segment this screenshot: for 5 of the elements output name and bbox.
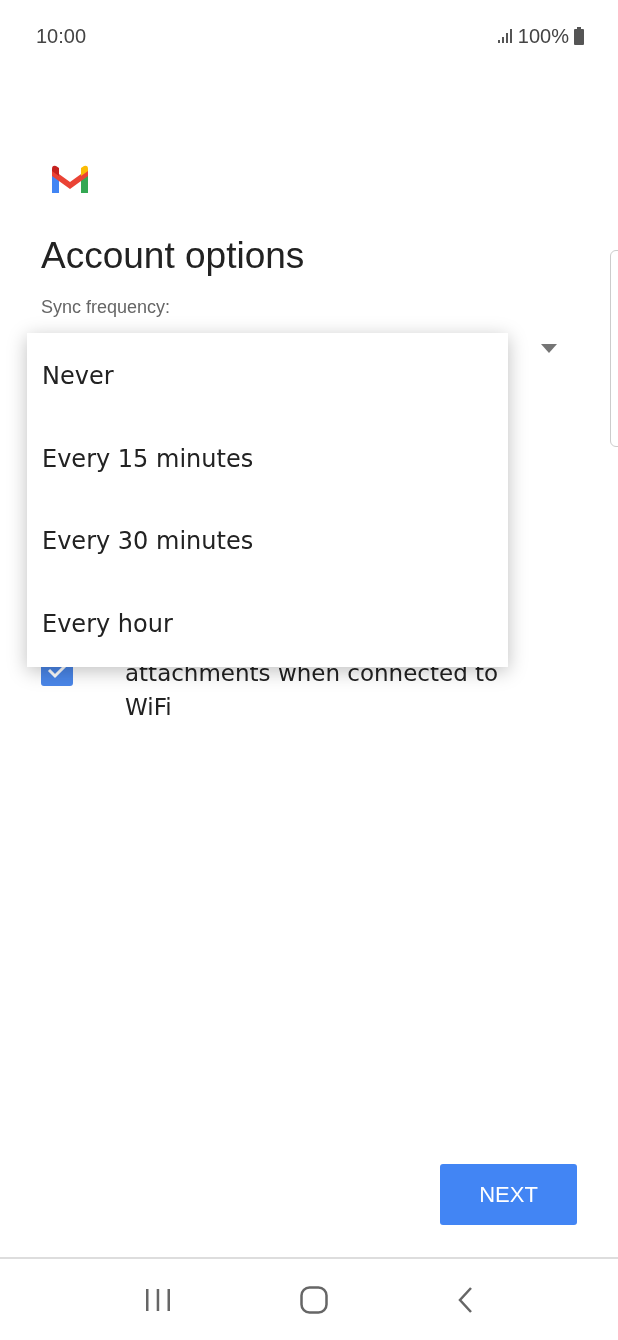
clock: 10:00 xyxy=(36,24,87,48)
battery-percent: 100% xyxy=(517,24,569,48)
checkbox-label: attachments when connected to WiFi xyxy=(125,659,500,722)
page-title: Account options xyxy=(41,235,306,277)
field-label: Sync frequency: xyxy=(41,297,172,318)
